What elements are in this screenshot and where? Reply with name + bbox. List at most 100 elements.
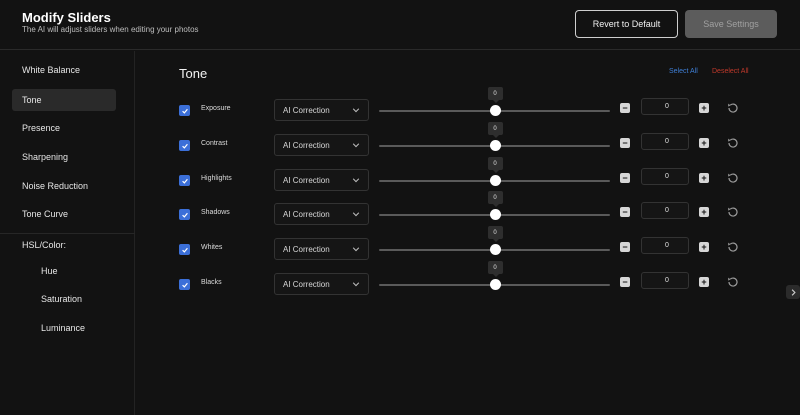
save-settings-button[interactable]: Save Settings — [685, 10, 777, 38]
reset-icon[interactable] — [727, 102, 739, 114]
reset-icon[interactable] — [727, 137, 739, 149]
sidebar-item-sharpening[interactable]: Sharpening — [12, 146, 116, 168]
row-label: Whites — [201, 244, 223, 251]
slider-row: Blacks AI Correction 0 − 0 + — [136, 261, 800, 299]
decrement-button[interactable]: − — [620, 242, 630, 252]
slider-track[interactable]: 0 — [379, 191, 610, 220]
check-icon — [181, 108, 188, 114]
chevron-down-icon — [352, 247, 360, 252]
expand-panel-button[interactable] — [786, 285, 800, 299]
slider-value-bubble: 0 — [487, 191, 503, 207]
sidebar: White Balance Tone Presence Sharpening N… — [0, 51, 135, 415]
row-checkbox[interactable] — [179, 209, 190, 220]
header: Modify Sliders The AI will adjust slider… — [0, 0, 800, 50]
slider-track[interactable]: 0 — [379, 261, 610, 290]
reset-icon[interactable] — [727, 276, 739, 288]
slider-row: Contrast AI Correction 0 − 0 + — [136, 122, 800, 160]
correction-mode-value: AI Correction — [283, 209, 330, 219]
slider-track[interactable]: 0 — [379, 157, 610, 186]
correction-mode-select[interactable]: AI Correction — [274, 99, 369, 121]
reset-icon[interactable] — [727, 206, 739, 218]
reset-icon[interactable] — [727, 241, 739, 253]
slider-row: Exposure AI Correction 0 − 0 + — [136, 87, 800, 125]
correction-mode-value: AI Correction — [283, 105, 330, 115]
row-checkbox[interactable] — [179, 105, 190, 116]
decrement-button[interactable]: − — [620, 277, 630, 287]
sidebar-item-tone[interactable]: Tone — [12, 89, 116, 111]
value-input[interactable]: 0 — [641, 237, 689, 254]
chevron-down-icon — [352, 108, 360, 113]
decrement-button[interactable]: − — [620, 138, 630, 148]
slider-value-bubble: 0 — [487, 122, 503, 138]
increment-button[interactable]: + — [699, 103, 709, 113]
sidebar-item-luminance[interactable]: Luminance — [12, 317, 116, 339]
row-label: Blacks — [201, 279, 222, 286]
slider-thumb[interactable] — [489, 105, 501, 116]
slider-thumb[interactable] — [489, 279, 501, 290]
value-input[interactable]: 0 — [641, 168, 689, 185]
slider-thumb[interactable] — [489, 209, 501, 220]
row-checkbox[interactable] — [179, 244, 190, 255]
chevron-right-icon — [791, 288, 796, 296]
row-checkbox[interactable] — [179, 175, 190, 186]
slider-value-bubble: 0 — [487, 157, 503, 173]
row-checkbox[interactable] — [179, 279, 190, 290]
value-input[interactable]: 0 — [641, 98, 689, 115]
row-label: Highlights — [201, 175, 232, 182]
increment-button[interactable]: + — [699, 207, 709, 217]
slider-value-bubble: 0 — [487, 261, 503, 277]
value-input[interactable]: 0 — [641, 272, 689, 289]
row-label: Contrast — [201, 140, 228, 147]
select-all-link[interactable]: Select All — [669, 68, 698, 75]
sidebar-item-hue[interactable]: Hue — [12, 260, 116, 282]
correction-mode-select[interactable]: AI Correction — [274, 238, 369, 260]
slider-row: Whites AI Correction 0 − 0 + — [136, 226, 800, 264]
increment-button[interactable]: + — [699, 277, 709, 287]
correction-mode-value: AI Correction — [283, 140, 330, 150]
slider-row: Highlights AI Correction 0 − 0 + — [136, 157, 800, 195]
slider-thumb[interactable] — [489, 175, 501, 186]
chevron-down-icon — [352, 178, 360, 183]
sidebar-item-noise-reduction[interactable]: Noise Reduction — [12, 175, 116, 197]
increment-button[interactable]: + — [699, 138, 709, 148]
check-icon — [181, 143, 188, 149]
check-icon — [181, 247, 188, 253]
slider-track[interactable]: 0 — [379, 87, 610, 116]
sidebar-item-saturation[interactable]: Saturation — [12, 288, 116, 310]
check-icon — [181, 178, 188, 184]
correction-mode-select[interactable]: AI Correction — [274, 203, 369, 225]
slider-thumb[interactable] — [489, 140, 501, 151]
value-input[interactable]: 0 — [641, 133, 689, 150]
decrement-button[interactable]: − — [620, 207, 630, 217]
correction-mode-select[interactable]: AI Correction — [274, 134, 369, 156]
row-checkbox[interactable] — [179, 140, 190, 151]
slider-track[interactable]: 0 — [379, 226, 610, 255]
check-icon — [181, 282, 188, 288]
chevron-down-icon — [352, 143, 360, 148]
row-label: Exposure — [201, 105, 231, 112]
chevron-down-icon — [352, 212, 360, 217]
sidebar-heading-hsl-color: HSL/Color: — [22, 240, 67, 250]
slider-track[interactable]: 0 — [379, 122, 610, 151]
decrement-button[interactable]: − — [620, 173, 630, 183]
section-title: Tone — [179, 66, 208, 81]
main-panel: Tone Select All Deselect All Exposure AI… — [136, 51, 800, 415]
correction-mode-select[interactable]: AI Correction — [274, 169, 369, 191]
value-input[interactable]: 0 — [641, 202, 689, 219]
deselect-all-link[interactable]: Deselect All — [712, 68, 749, 75]
slider-row: Shadows AI Correction 0 − 0 + — [136, 191, 800, 229]
page-subtitle: The AI will adjust sliders when editing … — [22, 25, 199, 34]
reset-icon[interactable] — [727, 172, 739, 184]
slider-value-bubble: 0 — [487, 87, 503, 103]
slider-thumb[interactable] — [489, 244, 501, 255]
sidebar-item-tone-curve[interactable]: Tone Curve — [12, 203, 116, 225]
revert-to-default-button[interactable]: Revert to Default — [575, 10, 678, 38]
increment-button[interactable]: + — [699, 173, 709, 183]
increment-button[interactable]: + — [699, 242, 709, 252]
correction-mode-value: AI Correction — [283, 175, 330, 185]
sidebar-item-white-balance[interactable]: White Balance — [12, 59, 116, 81]
check-icon — [181, 212, 188, 218]
sidebar-item-presence[interactable]: Presence — [12, 117, 116, 139]
correction-mode-select[interactable]: AI Correction — [274, 273, 369, 295]
decrement-button[interactable]: − — [620, 103, 630, 113]
